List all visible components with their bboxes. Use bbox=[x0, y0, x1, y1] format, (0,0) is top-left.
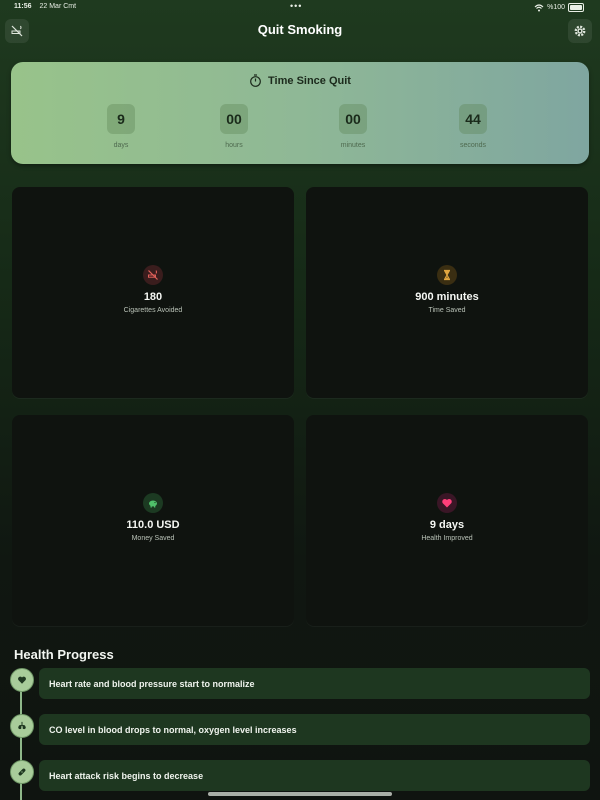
page-title: Quit Smoking bbox=[257, 22, 343, 37]
wifi-icon bbox=[534, 3, 544, 11]
stat-value: 9 days bbox=[429, 519, 465, 531]
home-indicator[interactable] bbox=[208, 792, 392, 796]
hourglass-icon bbox=[437, 265, 457, 285]
timer-minutes-value: 00 bbox=[339, 104, 367, 134]
lungs-icon bbox=[10, 714, 34, 738]
status-date: 22 Mar Cmt bbox=[39, 3, 77, 10]
timer-days: 9 days bbox=[91, 104, 151, 149]
piggy-bank-icon bbox=[143, 493, 163, 513]
timer-minutes: 00 minutes bbox=[323, 104, 383, 149]
status-bar: 11:56 22 Mar Cmt ••• %100 bbox=[0, 0, 600, 14]
timer-hours-value: 00 bbox=[220, 104, 248, 134]
timer-title: Time Since Quit bbox=[268, 74, 351, 87]
stat-card-time-saved[interactable]: 900 minutes Time Saved bbox=[306, 187, 588, 398]
stat-card-cigarettes-avoided[interactable]: 180 Cigarettes Avoided bbox=[12, 187, 294, 398]
top-bar: Quit Smoking bbox=[0, 18, 600, 44]
health-milestone[interactable]: Heart rate and blood pressure start to n… bbox=[39, 668, 590, 699]
bandage-icon bbox=[10, 760, 34, 784]
stat-label: Money Saved bbox=[131, 535, 175, 542]
stopwatch-icon bbox=[250, 74, 261, 87]
stat-label: Health Improved bbox=[421, 535, 473, 542]
battery-percent: %100 bbox=[547, 4, 565, 11]
time-since-quit-card: Time Since Quit 9 days 00 hours 00 minut… bbox=[11, 62, 589, 164]
stat-card-health-improved[interactable]: 9 days Health Improved bbox=[306, 415, 588, 626]
stat-value: 110.0 USD bbox=[126, 519, 180, 531]
timer-seconds: 44 seconds bbox=[443, 104, 503, 149]
heart-icon bbox=[10, 668, 34, 692]
health-progress-title: Health Progress bbox=[14, 647, 114, 662]
stat-value: 900 minutes bbox=[415, 291, 479, 303]
timer-hours: 00 hours bbox=[204, 104, 264, 149]
health-milestone[interactable]: Heart attack risk begins to decrease bbox=[39, 760, 590, 791]
health-milestone-text: Heart rate and blood pressure start to n… bbox=[49, 678, 255, 689]
health-milestone-text: Heart attack risk begins to decrease bbox=[49, 770, 204, 781]
settings-button[interactable] bbox=[568, 19, 592, 43]
timer-hours-label: hours bbox=[225, 142, 243, 149]
gear-icon bbox=[574, 25, 586, 37]
status-right: %100 bbox=[534, 3, 584, 12]
heart-icon bbox=[437, 493, 457, 513]
timer-seconds-value: 44 bbox=[459, 104, 487, 134]
timer-minutes-label: minutes bbox=[340, 142, 366, 149]
timer-seconds-label: seconds bbox=[459, 142, 487, 149]
stat-label: Cigarettes Avoided bbox=[123, 307, 183, 314]
timer-days-value: 9 bbox=[107, 104, 135, 134]
status-left: 11:56 22 Mar Cmt bbox=[14, 3, 82, 10]
multitask-dots[interactable]: ••• bbox=[290, 1, 302, 11]
timer-days-label: days bbox=[113, 142, 129, 149]
health-milestone-text: CO level in blood drops to normal, oxyge… bbox=[49, 724, 297, 735]
stat-label: Time Saved bbox=[428, 307, 466, 314]
status-time: 11:56 bbox=[14, 3, 32, 10]
battery-icon bbox=[568, 3, 584, 12]
timer-header: Time Since Quit bbox=[11, 74, 589, 87]
no-smoking-icon bbox=[143, 265, 163, 285]
stat-card-money-saved[interactable]: 110.0 USD Money Saved bbox=[12, 415, 294, 626]
health-milestone[interactable]: CO level in blood drops to normal, oxyge… bbox=[39, 714, 590, 745]
stat-value: 180 bbox=[143, 291, 163, 303]
